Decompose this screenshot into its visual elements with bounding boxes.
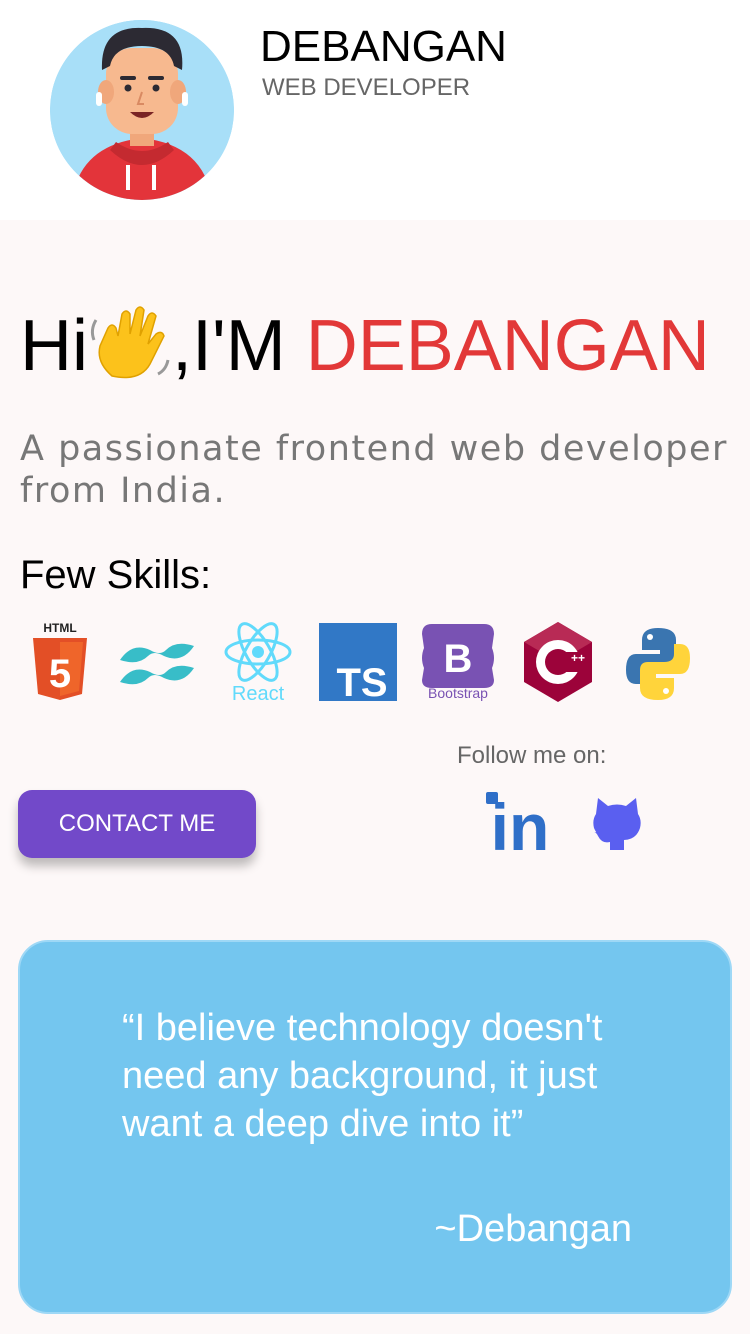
developer-avatar-illustration xyxy=(50,20,234,200)
bootstrap-caption: Bootstrap xyxy=(428,685,488,701)
contact-me-button[interactable]: CONTACT ME xyxy=(18,790,256,858)
python-icon xyxy=(624,620,692,704)
quote-author: ~Debangan xyxy=(434,1208,632,1250)
hero-heading: Hi ,I'M DEBANGAN xyxy=(20,300,710,389)
quote-card: “I believe technology doesn't need any b… xyxy=(18,940,732,1314)
react-label: React xyxy=(232,683,285,704)
react-icon: React xyxy=(222,620,294,705)
html5-icon: HTML 5 xyxy=(30,620,90,704)
cpp-icon: ++ xyxy=(522,620,594,704)
avatar xyxy=(50,20,234,200)
linkedin-icon[interactable]: in xyxy=(484,790,549,864)
bootstrap-label: B xyxy=(444,637,473,681)
hero-subtitle: A passionate frontend web developer from… xyxy=(20,429,728,511)
profile-role: WEB DEVELOPER xyxy=(262,74,471,101)
quote-text: “I believe technology doesn't need any b… xyxy=(122,1007,603,1145)
tailwind-icon xyxy=(116,620,200,704)
hero-greeting-suffix: ,I'M xyxy=(172,306,306,386)
bootstrap-icon: B Bootstrap xyxy=(418,620,498,704)
hero-name: DEBANGAN xyxy=(305,306,710,386)
html5-badge: 5 xyxy=(49,652,71,696)
linkedin-label: in xyxy=(491,792,548,852)
github-icon[interactable] xyxy=(592,796,642,852)
profile-name: DEBANGAN xyxy=(260,22,507,71)
profile-header: DEBANGAN WEB DEVELOPER xyxy=(0,0,750,220)
waving-hand-icon xyxy=(88,300,172,384)
typescript-label: TS xyxy=(336,661,387,704)
cpp-suffix: ++ xyxy=(571,651,585,665)
hero-greeting: Hi xyxy=(20,306,88,386)
follow-label: Follow me on: xyxy=(457,742,607,769)
skills-title: Few Skills: xyxy=(20,553,212,597)
typescript-icon: TS xyxy=(318,620,398,705)
html5-label: HTML xyxy=(43,621,76,635)
